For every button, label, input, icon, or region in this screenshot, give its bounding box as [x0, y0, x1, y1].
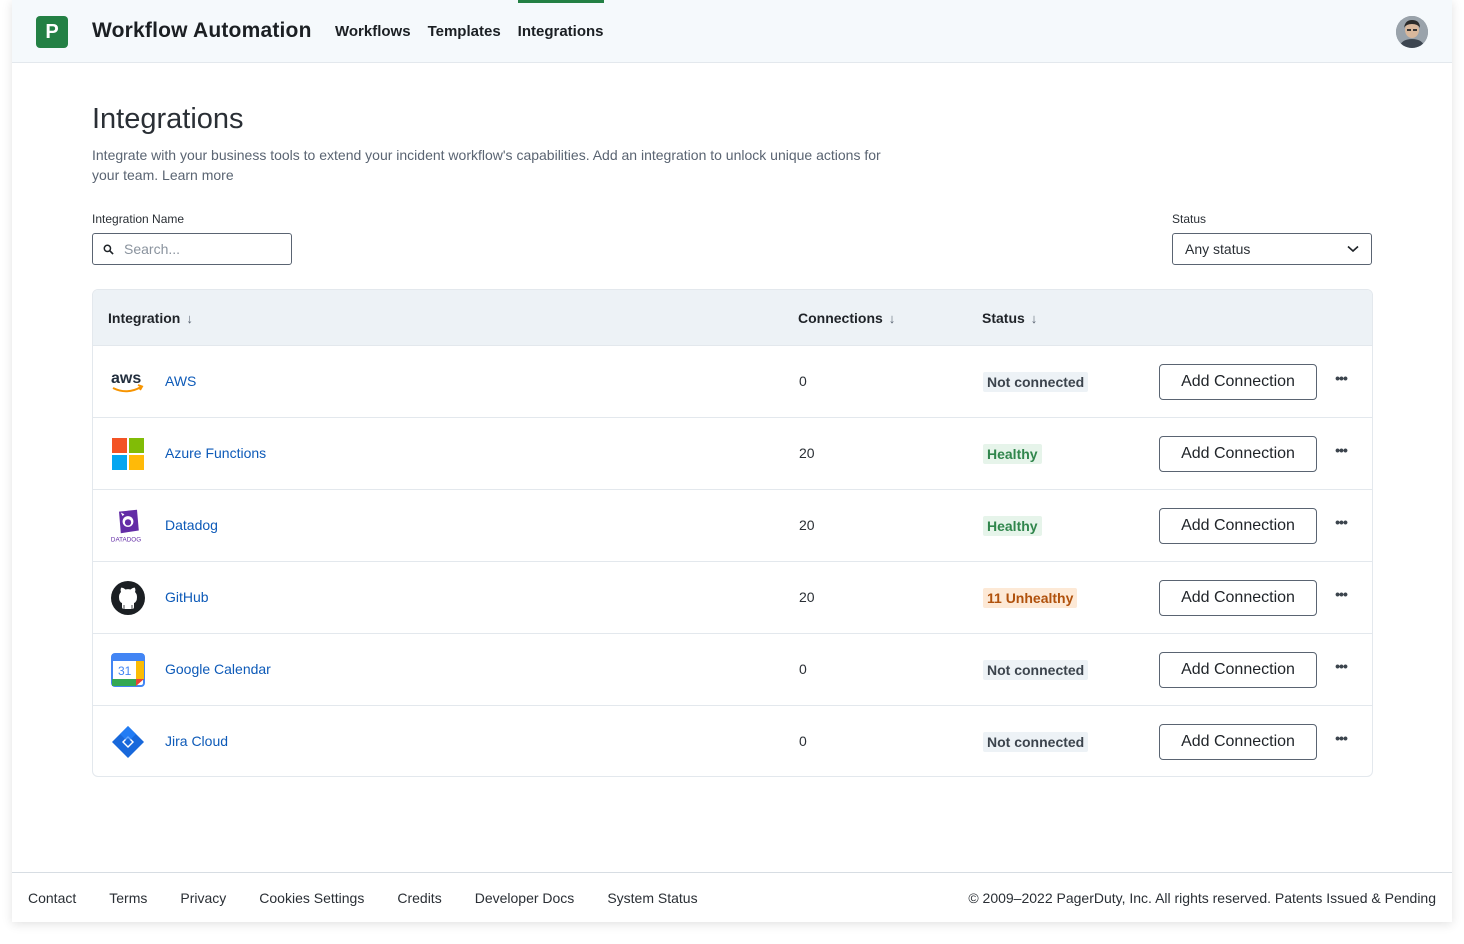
footer-link-contact[interactable]: Contact [28, 890, 76, 906]
column-header-label: Status [982, 310, 1025, 326]
status-badge: 11 Unhealthy [983, 588, 1078, 608]
status-badge: Healthy [983, 444, 1042, 464]
status-badge: Healthy [983, 516, 1042, 536]
user-avatar[interactable] [1396, 16, 1428, 48]
more-options-icon[interactable]: ••• [1331, 586, 1351, 608]
search-input[interactable] [124, 241, 274, 257]
table-row: Azure Functions 20 Healthy Add Connectio… [93, 418, 1372, 490]
search-field[interactable] [92, 233, 292, 265]
table-header: Integration ↓ Connections ↓ Status ↓ [93, 290, 1372, 346]
more-options-icon[interactable]: ••• [1331, 370, 1351, 392]
integration-link[interactable]: Azure Functions [165, 445, 266, 461]
connections-count: 0 [799, 733, 807, 749]
table-row: DATADOG Datadog 20 Healthy Add Connectio… [93, 490, 1372, 562]
add-connection-button[interactable]: Add Connection [1159, 508, 1317, 544]
footer-link-privacy[interactable]: Privacy [180, 890, 226, 906]
add-connection-button[interactable]: Add Connection [1159, 580, 1317, 616]
column-header-label: Integration [108, 310, 181, 326]
add-connection-button[interactable]: Add Connection [1159, 652, 1317, 688]
add-connection-button[interactable]: Add Connection [1159, 724, 1317, 760]
nav-workflows[interactable]: Workflows [335, 0, 411, 63]
table-row: GitHub 20 11 Unhealthy Add Connection ••… [93, 562, 1372, 634]
integration-link[interactable]: AWS [165, 373, 196, 389]
status-badge: Not connected [983, 732, 1089, 752]
more-options-icon[interactable]: ••• [1331, 514, 1351, 536]
sort-arrow-icon: ↓ [888, 310, 896, 326]
github-logo-icon [110, 580, 146, 616]
main-nav: Workflows Templates Integrations [335, 0, 621, 63]
page-description: Integrate with your business tools to ex… [92, 147, 881, 183]
nav-integrations[interactable]: Integrations [517, 0, 604, 63]
status-badge: Not connected [983, 372, 1089, 392]
svg-text:DATADOG: DATADOG [111, 536, 141, 543]
integration-name-label: Integration Name [92, 212, 185, 226]
sort-arrow-icon: ↓ [1030, 310, 1038, 326]
connections-count: 20 [799, 517, 815, 533]
integration-link[interactable]: Google Calendar [165, 661, 271, 677]
aws-logo-icon: aws [110, 364, 146, 400]
integration-link[interactable]: Jira Cloud [165, 733, 228, 749]
datadog-logo-icon: DATADOG [110, 508, 146, 544]
jira-logo-icon [110, 724, 146, 760]
footer-link-terms[interactable]: Terms [109, 890, 147, 906]
chevron-down-icon [1347, 245, 1359, 253]
copyright-text: © 2009–2022 PagerDuty, Inc. All rights r… [968, 890, 1436, 906]
app-title: Workflow Automation [92, 19, 312, 42]
more-options-icon[interactable]: ••• [1331, 658, 1351, 680]
integration-link[interactable]: Datadog [165, 517, 218, 533]
footer-link-developer-docs[interactable]: Developer Docs [475, 890, 575, 906]
connections-count: 0 [799, 373, 807, 389]
more-options-icon[interactable]: ••• [1331, 442, 1351, 464]
sort-arrow-icon: ↓ [186, 310, 193, 326]
column-header-label: Connections [798, 310, 883, 326]
add-connection-button[interactable]: Add Connection [1159, 436, 1317, 472]
connections-count: 20 [799, 589, 815, 605]
status-select-value: Any status [1185, 241, 1251, 257]
page-title: Integrations [92, 103, 244, 135]
user-photo-icon [1396, 16, 1428, 48]
footer-link-credits[interactable]: Credits [397, 890, 441, 906]
footer-link-cookies[interactable]: Cookies Settings [259, 890, 364, 906]
app-frame: P Workflow Automation Workflows Template… [12, 0, 1452, 922]
status-filter-label: Status [1172, 212, 1207, 226]
table-row: Jira Cloud 0 Not connected Add Connectio… [93, 706, 1372, 776]
column-header-status[interactable]: Status ↓ [982, 310, 1037, 326]
table-row: aws AWS 0 Not connected Add Connection •… [93, 346, 1372, 418]
google-calendar-logo-icon: 31 [110, 652, 146, 688]
svg-text:31: 31 [118, 664, 132, 678]
column-header-integration[interactable]: Integration ↓ [108, 310, 193, 326]
table-row: 31 Google Calendar 0 Not connected Add C… [93, 634, 1372, 706]
more-options-icon[interactable]: ••• [1331, 730, 1351, 752]
connections-count: 20 [799, 445, 815, 461]
footer-link-system-status[interactable]: System Status [607, 890, 697, 906]
microsoft-logo-icon [110, 436, 146, 472]
app-logo[interactable]: P [36, 16, 68, 48]
status-badge: Not connected [983, 660, 1089, 680]
integration-link[interactable]: GitHub [165, 589, 209, 605]
connections-count: 0 [799, 661, 807, 677]
search-icon [103, 244, 114, 255]
svg-text:aws: aws [111, 370, 141, 387]
page-footer: Contact Terms Privacy Cookies Settings C… [12, 872, 1452, 922]
nav-templates[interactable]: Templates [428, 0, 501, 63]
column-header-connections[interactable]: Connections ↓ [798, 310, 895, 326]
status-select[interactable]: Any status [1172, 233, 1372, 265]
integrations-table: Integration ↓ Connections ↓ Status ↓ aws [92, 289, 1373, 777]
add-connection-button[interactable]: Add Connection [1159, 364, 1317, 400]
top-header: P Workflow Automation Workflows Template… [12, 0, 1452, 63]
